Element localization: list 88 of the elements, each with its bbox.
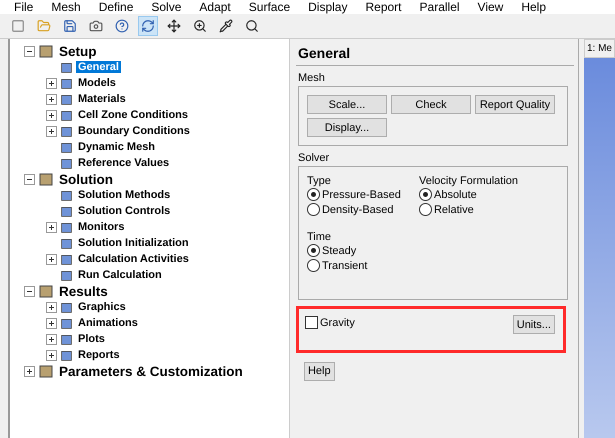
menu-item[interactable]: View (478, 0, 504, 14)
tree-item[interactable]: Calculation Activities (76, 253, 191, 265)
item-icon (60, 92, 73, 106)
radio-option[interactable]: Absolute (418, 187, 559, 202)
minus-box-icon[interactable] (24, 46, 35, 56)
option-group-label: Velocity Formulation (418, 175, 520, 187)
menu-item[interactable]: Parallel (420, 0, 460, 14)
tree-item[interactable]: Animations (76, 317, 140, 329)
folder-box-icon (38, 363, 54, 379)
plus-box-icon[interactable] (46, 94, 57, 104)
tree-heading[interactable]: Parameters & Customization (57, 364, 245, 378)
tree-item[interactable]: Models (76, 77, 118, 89)
mesh-button[interactable]: Display... (306, 118, 387, 137)
tree-heading[interactable]: Results (57, 284, 110, 298)
folder-box-icon (38, 283, 54, 299)
plus-box-icon[interactable] (46, 110, 57, 120)
minus-box-icon[interactable] (24, 286, 35, 296)
mesh-button[interactable]: Check (390, 95, 471, 114)
menu-item[interactable]: Define (98, 0, 134, 14)
menu-item[interactable]: Mesh (51, 0, 81, 14)
menu-item[interactable]: Report (365, 0, 402, 14)
tree-item[interactable]: Solution Initialization (76, 237, 191, 249)
item-icon (60, 188, 73, 202)
option-group-label: Type (306, 175, 332, 187)
group-label: Solver (298, 152, 330, 164)
gravity-checkbox[interactable]: Gravity (304, 315, 355, 330)
menu-item[interactable]: Display (308, 0, 348, 14)
item-icon (60, 332, 73, 346)
item-icon (60, 156, 73, 170)
graphics-tab[interactable]: 1: Me (584, 39, 615, 58)
menu-item[interactable]: Surface (248, 0, 290, 14)
item-icon (60, 60, 73, 74)
tree-item[interactable]: Reports (76, 349, 122, 361)
item-icon (60, 76, 73, 90)
group-label: Mesh (298, 72, 326, 84)
minus-box-icon[interactable] (24, 174, 35, 184)
item-icon (60, 236, 73, 250)
plus-box-icon[interactable] (46, 350, 57, 360)
mesh-button[interactable]: Scale... (306, 95, 387, 114)
folder-box-icon (38, 43, 54, 59)
plus-box-icon[interactable] (46, 302, 57, 312)
tree-item[interactable]: Materials (76, 93, 128, 105)
tree-item[interactable]: Run Calculation (76, 269, 164, 281)
tree-item[interactable]: Cell Zone Conditions (76, 109, 190, 121)
tree-item[interactable]: Boundary Conditions (76, 125, 192, 137)
item-icon (60, 316, 73, 330)
folder-box-icon (38, 171, 54, 187)
tree-item[interactable]: Plots (76, 333, 107, 345)
item-icon (60, 252, 73, 266)
menu-item[interactable]: File (14, 0, 34, 14)
mesh-button[interactable]: Report Quality (474, 95, 555, 114)
plus-box-icon[interactable] (46, 222, 57, 232)
plus-box-icon[interactable] (46, 334, 57, 344)
tree-item[interactable]: General (76, 61, 121, 73)
tree-item[interactable]: Dynamic Mesh (76, 141, 158, 153)
units-button[interactable]: Units... (512, 315, 555, 334)
tree-heading[interactable]: Setup (57, 44, 99, 58)
tree-item[interactable]: Solution Methods (76, 189, 172, 201)
plus-box-icon[interactable] (46, 78, 57, 88)
option-group-label: Time (306, 231, 332, 243)
item-icon (60, 348, 73, 362)
radio-option[interactable]: Transient (306, 258, 419, 273)
menu-item[interactable]: Help (521, 0, 546, 14)
radio-option[interactable]: Relative (418, 202, 559, 217)
radio-option[interactable]: Density-Based (306, 202, 419, 217)
rotate-icon[interactable] (138, 16, 158, 36)
plus-box-icon[interactable] (46, 318, 57, 328)
item-icon (60, 220, 73, 234)
plus-box-icon[interactable] (46, 254, 57, 264)
radio-option[interactable]: Steady (306, 243, 419, 258)
tree-item[interactable]: Monitors (76, 221, 126, 233)
panel-title: General (296, 45, 574, 66)
radio-option[interactable]: Pressure-Based (306, 187, 419, 202)
item-icon (60, 108, 73, 122)
menu-item[interactable]: Solve (151, 0, 182, 14)
item-icon (60, 268, 73, 282)
tree-heading[interactable]: Solution (57, 172, 115, 186)
plus-box-icon[interactable] (46, 126, 57, 136)
item-icon (60, 140, 73, 154)
item-icon (60, 124, 73, 138)
item-icon (60, 300, 73, 314)
item-icon (60, 204, 73, 218)
help-button[interactable]: Help (304, 362, 335, 380)
tree-item[interactable]: Graphics (76, 301, 128, 313)
plus-box-icon[interactable] (24, 366, 35, 376)
tree-item[interactable]: Reference Values (76, 157, 172, 169)
menu-item[interactable]: Adapt (199, 0, 231, 14)
tree-item[interactable]: Solution Controls (76, 205, 172, 217)
